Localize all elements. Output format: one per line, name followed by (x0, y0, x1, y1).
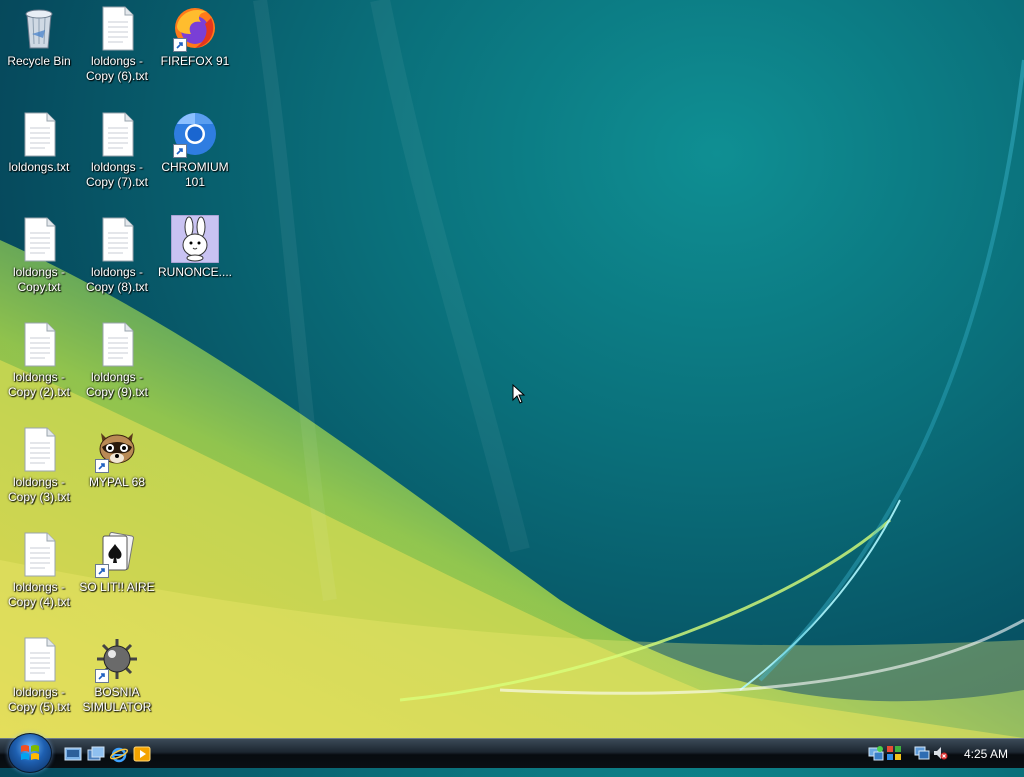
network-icon[interactable] (914, 745, 930, 761)
desktop: Recycle Bin loldongs.txt loldongs - Copy… (0, 0, 1024, 738)
show-desktop-icon[interactable] (64, 745, 82, 763)
security-icon[interactable] (886, 745, 902, 761)
system-tray: 4:25 AM (864, 740, 1024, 768)
text-file-copy-7[interactable]: loldongs - Copy (7).txt (78, 108, 156, 190)
text-file-copy-8[interactable]: loldongs - Copy (8).txt (78, 213, 156, 295)
media-player-icon[interactable] (133, 745, 151, 763)
chromium-shortcut[interactable]: CHROMIUM 101 (156, 108, 234, 190)
text-document-icon (15, 530, 63, 578)
solitaire-label: SO LIT!! AIRE (79, 580, 155, 594)
bosnia-simulator-label: BOSNIA SIMULATOR (82, 685, 152, 714)
clock[interactable]: 4:25 AM (964, 747, 1008, 761)
text-file-copy-5[interactable]: loldongs - Copy (5).txt (0, 633, 78, 715)
solitaire-shortcut[interactable]: SO LIT!! AIRE (78, 528, 156, 595)
taskbar: 4:25 AM (0, 733, 1024, 773)
text-file-copy-2[interactable]: loldongs - Copy (2).txt (0, 318, 78, 400)
text-file-label: loldongs - Copy (3).txt (7, 475, 70, 504)
firefox-icon (171, 4, 219, 52)
text-file-copy-6[interactable]: loldongs - Copy (6).txt (78, 2, 156, 84)
text-file-label: loldongs - Copy (2).txt (7, 370, 70, 399)
chromium-label: CHROMIUM 101 (161, 160, 229, 189)
text-file-label: loldongs - Copy.txt (12, 265, 66, 294)
chromium-icon (171, 110, 219, 158)
text-document-icon (15, 635, 63, 683)
shortcut-arrow-icon (173, 38, 187, 52)
text-file-label: loldongs - Copy (6).txt (85, 54, 148, 83)
network-sync-icon[interactable] (868, 745, 884, 761)
recycle-bin-label: Recycle Bin (7, 54, 71, 68)
shortcut-arrow-icon (95, 669, 109, 683)
runonce-file[interactable]: RUNONCE.... (156, 213, 234, 280)
text-document-icon (93, 4, 141, 52)
text-document-icon (15, 425, 63, 473)
text-file-copy-4[interactable]: loldongs - Copy (4).txt (0, 528, 78, 610)
text-file-label: loldongs - Copy (8).txt (85, 265, 148, 294)
internet-explorer-icon[interactable] (109, 745, 129, 763)
shortcut-arrow-icon (95, 459, 109, 473)
playing-cards-icon (93, 530, 141, 578)
windows-logo-icon (21, 745, 39, 760)
text-file-label: loldongs - Copy (4).txt (7, 580, 70, 609)
text-document-icon (15, 215, 63, 263)
text-document-icon (93, 215, 141, 263)
text-document-icon (93, 320, 141, 368)
text-file-label: loldongs.txt (8, 160, 70, 174)
mypal-shortcut[interactable]: MYPAL 68 (78, 423, 156, 490)
start-button[interactable] (8, 733, 52, 773)
recycle-bin-shortcut[interactable]: Recycle Bin (0, 2, 78, 69)
text-file-copy-3[interactable]: loldongs - Copy (3).txt (0, 423, 78, 505)
text-document-icon (93, 110, 141, 158)
text-file-label: loldongs - Copy (5).txt (7, 685, 70, 714)
text-file-label: loldongs - Copy (7).txt (85, 160, 148, 189)
bunny-icon (170, 214, 220, 264)
text-file-loldongs[interactable]: loldongs.txt (0, 108, 78, 175)
recycle-bin-icon (15, 4, 63, 52)
mypal-label: MYPAL 68 (88, 475, 146, 489)
mouse-cursor-icon (512, 384, 526, 404)
text-document-icon (15, 320, 63, 368)
raccoon-icon (93, 425, 141, 473)
text-file-label: loldongs - Copy (9).txt (85, 370, 148, 399)
firefox-label: FIREFOX 91 (160, 54, 230, 68)
mine-icon (93, 635, 141, 683)
text-document-icon (15, 110, 63, 158)
text-file-copy-9[interactable]: loldongs - Copy (9).txt (78, 318, 156, 400)
shortcut-arrow-icon (95, 564, 109, 578)
firefox-shortcut[interactable]: FIREFOX 91 (156, 2, 234, 69)
volume-muted-icon[interactable] (932, 745, 948, 761)
switch-windows-icon[interactable] (87, 745, 105, 763)
bosnia-simulator-shortcut[interactable]: BOSNIA SIMULATOR (78, 633, 156, 715)
text-file-copy[interactable]: loldongs - Copy.txt (0, 213, 78, 295)
runonce-label: RUNONCE.... (157, 265, 232, 279)
shortcut-arrow-icon (173, 144, 187, 158)
